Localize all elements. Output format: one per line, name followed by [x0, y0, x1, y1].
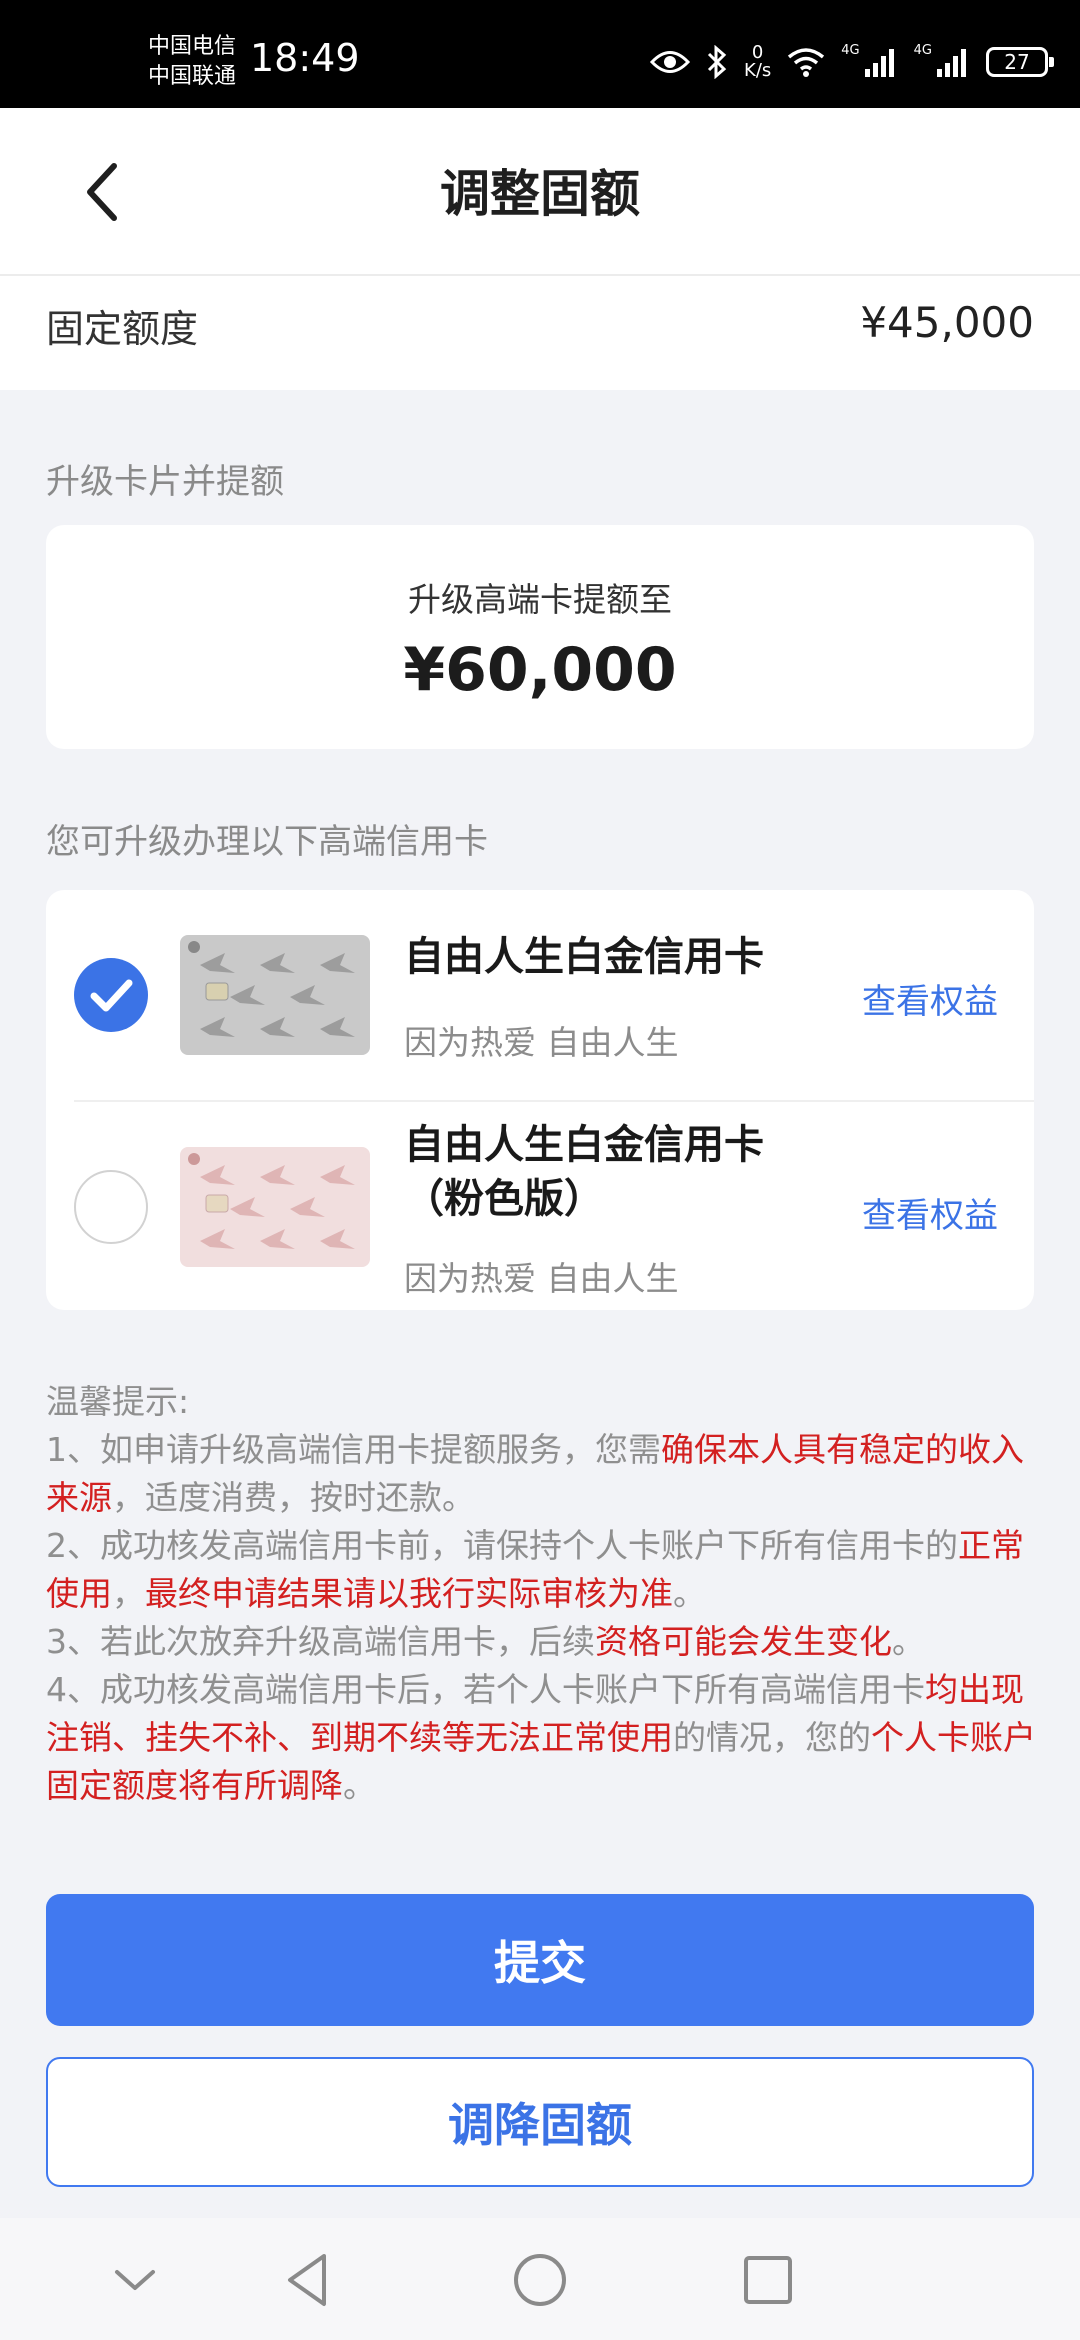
carrier-info: 中国电信 中国联通 — [148, 32, 236, 92]
fixed-limit-label: 固定额度 — [46, 307, 199, 351]
card-name-line1: 自由人生白金信用卡 — [404, 1122, 764, 1168]
upgrade-card-amount: ¥60,000 — [403, 635, 677, 705]
system-home-button[interactable] — [500, 2240, 580, 2320]
chevron-down-icon — [115, 2270, 155, 2290]
signal-1-icon — [864, 49, 894, 77]
tip-highlight: 最终申请结果请以我行实际审核为准 — [145, 1574, 673, 1613]
tip-1: 1、如申请升级高端信用卡提额服务，您需确保本人具有稳定的收入来源，适度消费，按时… — [46, 1426, 1036, 1522]
checkmark-icon — [90, 979, 133, 1012]
submit-button[interactable]: 提交 — [46, 1894, 1034, 2026]
card-option-list: 自由人生白金信用卡 因为热爱 自由人生 查看权益 自由人生白金信用卡 （粉色版）… — [46, 890, 1034, 1310]
signal-1-label: 4G — [841, 42, 860, 58]
upgrade-card-subtitle: 升级高端卡提额至 — [408, 580, 672, 619]
nav-header: 调整固额 — [0, 108, 1080, 276]
recents-square-icon — [744, 2256, 792, 2304]
tip-text: ，适度消费，按时还款。 — [112, 1478, 475, 1517]
battery-icon: 27 — [986, 47, 1054, 77]
back-triangle-icon — [288, 2254, 326, 2306]
signal-2-icon — [937, 49, 966, 77]
tip-text: 的情况，您的 — [673, 1718, 871, 1757]
card-option-platinum[interactable]: 自由人生白金信用卡 因为热爱 自由人生 查看权益 — [46, 890, 1034, 1100]
tip-highlight: 资格可能会发生变化 — [595, 1622, 892, 1661]
tips-title: 温馨提示: — [46, 1382, 190, 1421]
status-bar: 中国电信 中国联通 18:49 0 K/s 4G 4G 27 — [0, 0, 1080, 108]
clock: 18:49 — [250, 36, 360, 80]
tip-text: 3、若此次放弃升级高端信用卡，后续 — [46, 1622, 595, 1661]
system-back-button[interactable] — [268, 2240, 348, 2320]
card-slogan: 因为热爱 自由人生 — [404, 1259, 679, 1298]
page-title: 调整固额 — [440, 165, 640, 223]
view-benefits-link[interactable]: 查看权益 — [862, 974, 998, 1023]
tip-text: 2、成功核发高端信用卡前，请保持个人卡账户下所有信用卡的 — [46, 1526, 958, 1565]
card-image-pink — [180, 1147, 370, 1267]
net-speed-unit: K/s — [744, 60, 772, 81]
card-image-silver — [180, 935, 370, 1055]
tip-2: 2、成功核发高端信用卡前，请保持个人卡账户下所有信用卡的正常使用，最终申请结果请… — [46, 1522, 1036, 1618]
hide-keyboard-button[interactable] — [95, 2240, 175, 2320]
fixed-limit-row: 固定额度 ¥45,000 — [0, 276, 1080, 390]
net-speed: 0 K/s — [744, 44, 771, 80]
upgrade-amount-card: 升级高端卡提额至 ¥60,000 — [46, 525, 1034, 749]
system-recents-button[interactable] — [728, 2240, 808, 2320]
tip-text: 。 — [343, 1766, 376, 1805]
tip-text: 。 — [673, 1574, 706, 1613]
card-name: 自由人生白金信用卡 — [404, 934, 764, 980]
card-option-platinum-pink[interactable]: 自由人生白金信用卡 （粉色版） 因为热爱 自由人生 查看权益 — [74, 1100, 1034, 1310]
decrease-limit-button[interactable]: 调降固额 — [46, 2057, 1034, 2187]
radio-unchecked[interactable] — [74, 1170, 148, 1244]
tip-text: 1、如申请升级高端信用卡提额服务，您需 — [46, 1430, 661, 1469]
signal-2-label: 4G — [913, 42, 932, 58]
system-nav-bar — [0, 2218, 1080, 2340]
tip-text: 。 — [892, 1622, 925, 1661]
tip-4: 4、成功核发高端信用卡后，若个人卡账户下所有高端信用卡均出现注销、挂失不补、到期… — [46, 1666, 1036, 1810]
card-section-label: 您可升级办理以下高端信用卡 — [46, 822, 488, 862]
status-icons: 0 K/s 4G 4G 27 — [650, 42, 1054, 80]
radio-checked[interactable] — [74, 958, 148, 1032]
wifi-icon — [788, 48, 825, 77]
carrier-2: 中国联通 — [148, 64, 237, 89]
fixed-limit-value: ¥45,000 — [860, 298, 1034, 347]
carrier-1: 中国电信 — [148, 34, 237, 59]
tips-section: 温馨提示: 1、如申请升级高端信用卡提额服务，您需确保本人具有稳定的收入来源，适… — [46, 1378, 1036, 1810]
eye-icon — [650, 51, 691, 73]
card-name-line2: （粉色版） — [404, 1176, 604, 1222]
bluetooth-icon — [707, 45, 727, 79]
tip-text: ， — [112, 1574, 145, 1613]
upgrade-section-label: 升级卡片并提额 — [46, 462, 284, 502]
tip-3: 3、若此次放弃升级高端信用卡，后续资格可能会发生变化。 — [46, 1618, 1036, 1666]
tip-text: 4、成功核发高端信用卡后，若个人卡账户下所有高端信用卡 — [46, 1670, 925, 1709]
card-slogan: 因为热爱 自由人生 — [404, 1023, 679, 1062]
home-circle-icon — [514, 2254, 566, 2306]
view-benefits-link[interactable]: 查看权益 — [862, 1188, 998, 1237]
